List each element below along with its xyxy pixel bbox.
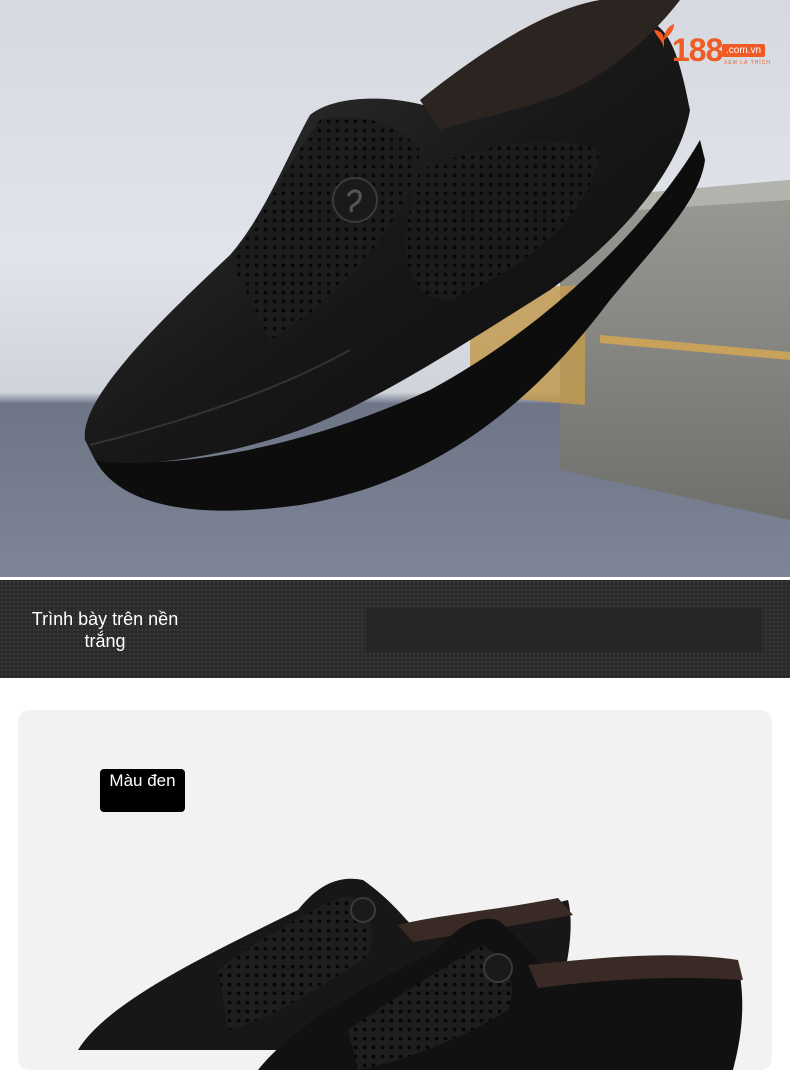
logo-number: 188	[672, 32, 723, 68]
site-logo[interactable]: 188 .com.vn XEM LÀ THÍCH	[652, 22, 772, 72]
hero-product-photo: 188 .com.vn XEM LÀ THÍCH	[0, 0, 790, 577]
loafer-pair-illustration	[78, 878, 743, 1070]
loafer-illustration	[84, 0, 790, 520]
product-card: Màu đen	[18, 710, 772, 1070]
banner-strip	[366, 608, 762, 652]
logo-tagline: XEM LÀ THÍCH	[724, 60, 771, 66]
section-title: Trình bày trên nền trắng	[31, 609, 179, 651]
color-badge: Màu đen	[100, 769, 185, 812]
section-banner: Trình bày trên nền trắng	[0, 580, 790, 678]
logo-domain: .com.vn	[722, 44, 766, 57]
